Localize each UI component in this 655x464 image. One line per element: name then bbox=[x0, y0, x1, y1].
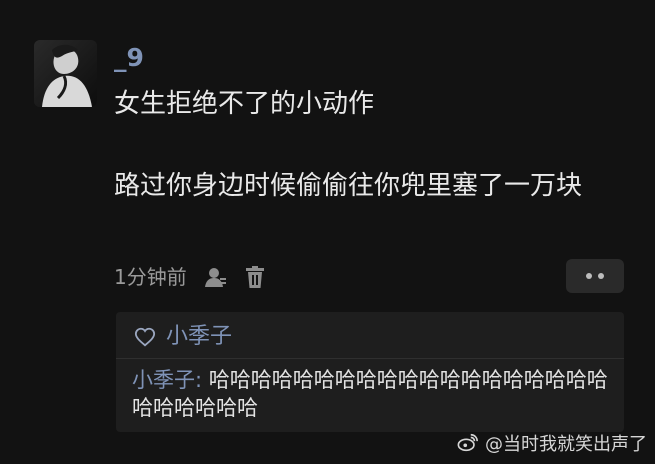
more-button[interactable] bbox=[566, 259, 624, 293]
reply-divider bbox=[116, 358, 624, 359]
user-icon[interactable] bbox=[203, 265, 227, 289]
reply-box: 小季子 小季子: 哈哈哈哈哈哈哈哈哈哈哈哈哈哈哈哈哈哈哈哈哈哈哈哈哈 bbox=[116, 312, 624, 432]
reply-author[interactable]: 小季子 bbox=[166, 322, 232, 352]
username[interactable]: _9 bbox=[114, 43, 144, 73]
more-icon bbox=[586, 273, 592, 279]
weibo-icon bbox=[457, 432, 479, 454]
more-icon-dot bbox=[598, 273, 604, 279]
reply-text: 小季子: 哈哈哈哈哈哈哈哈哈哈哈哈哈哈哈哈哈哈哈哈哈哈哈哈哈 bbox=[132, 366, 618, 422]
watermark: @当时我就笑出声了 bbox=[457, 430, 647, 456]
post-text-line2: 路过你身边时候偷偷往你兜里塞了一万块 bbox=[114, 171, 583, 201]
post-text-line1: 女生拒绝不了的小动作 bbox=[114, 89, 375, 119]
watermark-text: @当时我就笑出声了 bbox=[485, 434, 647, 455]
trash-icon[interactable] bbox=[243, 265, 267, 289]
timestamp: 1分钟前 bbox=[114, 265, 187, 289]
reply-author-inline[interactable]: 小季子: bbox=[132, 368, 202, 392]
post-meta: 1分钟前 bbox=[114, 260, 267, 294]
avatar-image bbox=[34, 40, 97, 107]
reply-header: 小季子 bbox=[134, 322, 232, 352]
avatar[interactable] bbox=[34, 40, 97, 107]
heart-outline-icon[interactable] bbox=[134, 326, 156, 348]
reply-content: 哈哈哈哈哈哈哈哈哈哈哈哈哈哈哈哈哈哈哈哈哈哈哈哈哈 bbox=[132, 368, 608, 420]
